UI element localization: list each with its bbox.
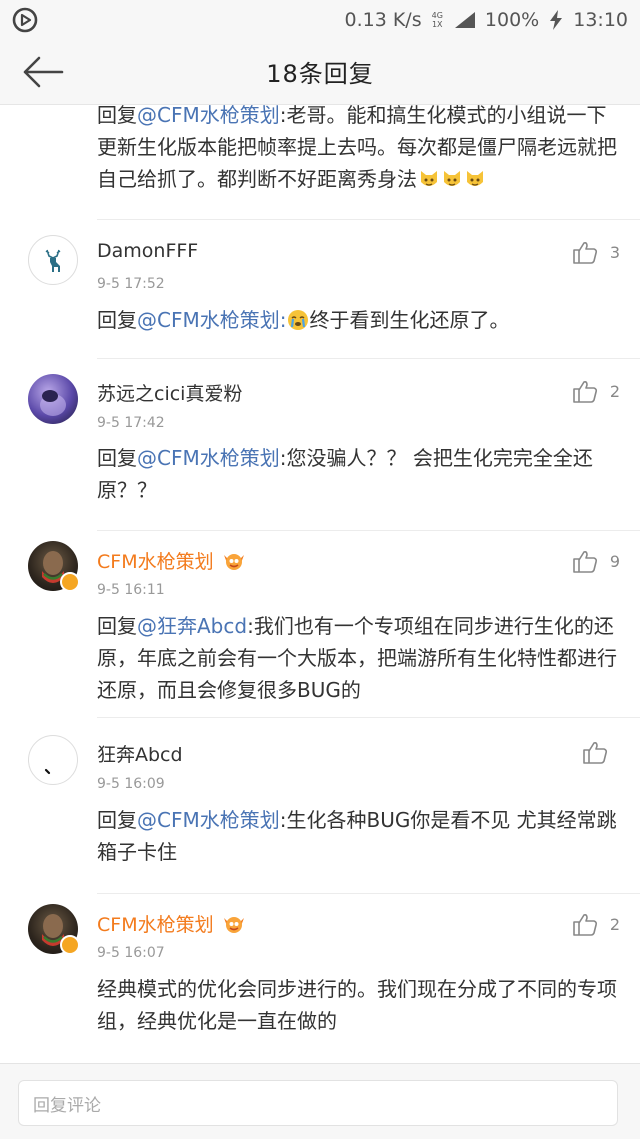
cat-face-emoji — [444, 171, 460, 186]
comment-author[interactable]: CFM水枪策划 — [97, 547, 246, 574]
charging-icon — [550, 10, 563, 30]
app-logo-icon — [12, 7, 38, 33]
verified-badge-icon — [60, 572, 80, 592]
cat-face-emoji — [421, 171, 437, 186]
signal-icon — [454, 12, 475, 28]
comment-time: 9-5 16:09 — [97, 776, 165, 792]
divider — [97, 717, 640, 718]
mention-link[interactable]: @CFM水枪策划 — [137, 105, 280, 127]
comment-author[interactable]: 苏远之cici真爱粉 — [97, 379, 242, 406]
divider — [97, 219, 640, 220]
thumbs-up-icon — [573, 381, 597, 403]
comment-list[interactable]: 回复@CFM水枪策划:老哥。能和搞生化模式的小组说一下更新生化版本能把帧率提上去… — [0, 105, 640, 1063]
like-count: 9 — [609, 551, 620, 571]
divider — [97, 530, 640, 531]
clock: 13:10 — [573, 9, 628, 31]
thumbs-up-icon — [573, 551, 597, 573]
comment-author[interactable]: CFM水枪策划 — [97, 910, 246, 937]
official-medal-icon — [223, 554, 244, 570]
avatar[interactable] — [28, 374, 78, 424]
thumbs-up-icon — [573, 914, 597, 936]
like-count: 2 — [609, 914, 620, 934]
network-speed: 0.13 K/s — [344, 9, 422, 31]
mention-link[interactable]: @CFM水枪策划 — [137, 446, 280, 470]
thumbs-up-icon — [583, 742, 608, 764]
like-count: 3 — [609, 242, 620, 262]
comment-time: 9-5 16:07 — [97, 945, 165, 961]
like-button[interactable]: 3 — [572, 238, 620, 266]
reply-bar: 回复评论 — [0, 1063, 640, 1139]
avatar[interactable] — [28, 541, 80, 592]
avatar[interactable] — [28, 735, 78, 785]
comment-text: 回复@CFM水枪策划: 终于看到生化还原了。 — [97, 308, 510, 332]
verified-badge-icon — [60, 935, 80, 955]
like-button[interactable]: 9 — [572, 547, 620, 575]
like-button[interactable] — [582, 738, 620, 766]
official-medal-icon — [223, 917, 244, 933]
avatar[interactable] — [28, 904, 80, 955]
mention-link[interactable]: @CFM水枪策划 — [137, 808, 280, 832]
comment-text: 经典模式的优化会同步进行的。我们现在分成了不同的专项组，经典优化是一直在做的 — [97, 977, 617, 1033]
comment-text: 回复@CFM水枪策划:您没骗人？？ 会把生化完完全全还原？？ — [97, 446, 593, 502]
comment-text: 回复@CFM水枪策划:生化各种BUG你是看不见 尤其经常跳箱子卡住 — [97, 808, 617, 864]
header: 18条回复 — [0, 40, 640, 105]
cat-face-emoji — [467, 171, 483, 186]
comment-author[interactable]: DamonFFF — [97, 240, 198, 262]
page-title: 18条回复 — [266, 60, 374, 88]
battery-level: 100% — [484, 9, 540, 31]
divider — [97, 893, 640, 894]
like-button[interactable]: 2 — [572, 377, 620, 405]
status-bar: 0.13 K/s 4G 1X 100% 13:10 — [0, 0, 640, 40]
comment-time: 9-5 16:11 — [97, 582, 165, 598]
comment-text: 回复@CFM水枪策划:老哥。能和搞生化模式的小组说一下更新生化版本能把帧率提上去… — [97, 105, 617, 191]
comment-author[interactable]: 狂奔Abcd — [97, 740, 183, 767]
crying-face-emoji — [288, 310, 309, 330]
like-count: 2 — [609, 381, 620, 401]
like-button[interactable]: 2 — [572, 910, 620, 938]
avatar[interactable] — [28, 235, 78, 285]
comment-time: 9-5 17:42 — [97, 415, 165, 431]
network-type: 4G 1X — [431, 11, 443, 29]
comment-time: 9-5 17:52 — [97, 276, 165, 292]
mention-link[interactable]: @CFM水枪策划 — [137, 308, 280, 332]
thumbs-up-icon — [573, 242, 597, 264]
comment-text: 回复@狂奔Abcd:我们也有一个专项组在同步进行生化的还原，年底之前会有一个大版… — [97, 614, 617, 702]
reply-input[interactable]: 回复评论 — [18, 1080, 618, 1126]
mention-link[interactable]: @狂奔Abcd — [137, 614, 247, 638]
divider — [97, 358, 640, 359]
deer-icon — [45, 249, 61, 272]
